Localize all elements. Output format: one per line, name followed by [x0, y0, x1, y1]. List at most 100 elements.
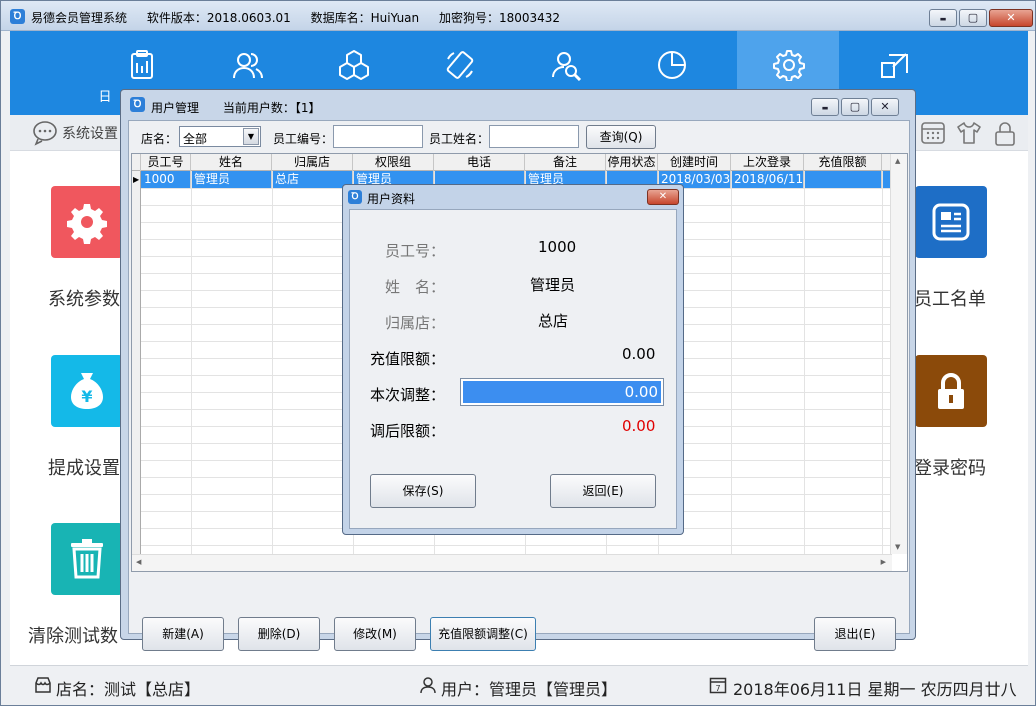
svg-text:7: 7 — [715, 684, 720, 693]
label-staff-list: 员工名单 — [914, 289, 986, 310]
new-button[interactable]: 新建(A) — [142, 617, 224, 651]
delete-button[interactable]: 删除(D) — [238, 617, 320, 651]
grid-column-line — [191, 171, 192, 554]
grid-column-line — [882, 171, 883, 554]
label-clear-test: 清除测试数 — [28, 626, 118, 647]
store-label: 归属店： — [385, 314, 446, 332]
status-bar: 店名：测试【总店】 用户：管理员【管理员】 7 2018年06月11日 星期一 … — [10, 665, 1028, 703]
staff-no-input[interactable] — [333, 125, 423, 148]
um-minimize-button[interactable]: ▬ — [811, 98, 839, 116]
staff-no-label: 员工号： — [385, 242, 446, 260]
user-management-titlebar[interactable]: Ꝺ 用户管理 当前用户数：【1】 ▬ ▢ ✕ — [121, 90, 915, 120]
chevron-down-icon[interactable]: ▼ — [243, 128, 259, 145]
app-logo-icon: Ꝺ — [130, 97, 145, 112]
user-search-icon — [552, 52, 582, 81]
app-logo-icon: Ꝺ — [10, 9, 25, 24]
label-login-password: 登录密码 — [914, 458, 986, 479]
cell: 总店 — [272, 171, 353, 188]
tile-staff-list[interactable] — [915, 186, 987, 258]
horizontal-scrollbar[interactable]: ◀ ▶ — [132, 554, 892, 571]
col-header[interactable]: 停用状态 — [606, 154, 658, 171]
scroll-left-icon[interactable]: ◀ — [136, 558, 141, 566]
user-profile-dialog: Ꝺ 用户资料 ✕ 员工号： 1000 姓 名： 管理员 归属店： 总店 充值限额… — [342, 184, 684, 535]
cell: 1000 — [141, 171, 191, 188]
store-select-value: 全部 — [183, 132, 208, 146]
minimize-button[interactable]: ▬ — [929, 9, 957, 27]
grid-row-line — [141, 545, 892, 546]
exit-button[interactable]: 退出(E) — [814, 617, 896, 651]
app-logo-icon: Ꝺ — [348, 190, 362, 204]
store-icon — [35, 677, 51, 693]
modify-button[interactable]: 修改(M) — [334, 617, 416, 651]
save-button[interactable]: 保存(S) — [370, 474, 476, 508]
scroll-up-icon[interactable]: ▲ — [895, 157, 900, 165]
grid-column-line — [804, 171, 805, 554]
status-user: 用户：管理员【管理员】 — [441, 680, 618, 699]
cell: 2018/06/11 — [731, 171, 804, 188]
status-store: 店名：测试【总店】 — [56, 680, 201, 699]
help-icon — [881, 53, 908, 78]
phone-rotate-icon — [446, 51, 474, 79]
vertical-scrollbar[interactable]: ▲ ▼ — [890, 154, 907, 554]
back-button[interactable]: 返回(E) — [550, 474, 656, 508]
col-header[interactable]: 权限组 — [353, 154, 434, 171]
um-maximize-button[interactable]: ▢ — [841, 98, 869, 116]
col-header[interactable]: 充值限额 — [804, 154, 882, 171]
close-icon: ✕ — [880, 100, 890, 113]
grid-column-line — [731, 171, 732, 554]
clipboard-icon — [131, 50, 153, 79]
staff-name-input[interactable] — [489, 125, 579, 148]
tile-system-params[interactable] — [51, 186, 123, 258]
money-bag-icon: ¥ — [71, 373, 103, 409]
calculator-icon[interactable] — [920, 121, 946, 145]
label-system-params: 系统参数 — [48, 289, 120, 310]
label-commission: 提成设置 — [48, 458, 120, 479]
filter-bar: 店名： 全部 ▼ 员工编号： 员工姓名： 查询(Q) — [129, 121, 909, 153]
scroll-right-icon[interactable]: ▶ — [881, 558, 886, 566]
recharge-adjust-button[interactable]: 充值限额调整(C) — [430, 617, 536, 651]
after-label: 调后限额： — [370, 422, 446, 440]
col-header[interactable]: 上次登录 — [731, 154, 804, 171]
row-indicator-column: ▶ — [132, 171, 141, 571]
shirt-icon[interactable] — [956, 121, 982, 145]
system-settings-label[interactable]: 系统设置 — [62, 123, 118, 143]
close-icon[interactable]: ✕ — [647, 189, 679, 205]
app-name: 易德会员管理系统 — [31, 11, 128, 25]
store-select[interactable]: 全部 ▼ — [179, 126, 261, 147]
version-text: 软件版本：2018.0603.01 — [146, 11, 291, 25]
user-management-title: 用户管理 当前用户数：【1】 — [151, 99, 320, 116]
svg-text:¥: ¥ — [81, 387, 92, 406]
adjust-input-value: 0.00 — [463, 381, 661, 403]
col-header[interactable]: 备注 — [525, 154, 606, 171]
padlock-icon — [938, 373, 964, 409]
limit-label: 充值限额： — [370, 350, 446, 368]
name-label: 姓 名： — [385, 278, 446, 296]
window-title: 用户管理 — [151, 101, 200, 115]
status-date: 2018年06月11日 星期一 农历四月廿八 — [733, 680, 1017, 699]
um-close-button[interactable]: ✕ — [871, 98, 899, 116]
maximize-button[interactable]: ▢ — [959, 9, 987, 27]
dialog-titlebar[interactable]: Ꝺ 用户资料 ✕ — [343, 185, 683, 209]
tile-commission[interactable]: ¥ — [51, 355, 123, 427]
tile-login-password[interactable] — [915, 355, 987, 427]
current-row-icon: ▶ — [133, 175, 140, 184]
document-list-icon — [932, 203, 970, 241]
tile-clear-test[interactable] — [51, 523, 123, 595]
close-button[interactable]: ✕ — [989, 9, 1033, 27]
col-header[interactable]: 电话 — [434, 154, 525, 171]
table-header: 员工号 姓名 归属店 权限组 电话 备注 停用状态 创建时间 上次登录 充值限额 — [132, 154, 892, 171]
lock-icon[interactable] — [992, 121, 1018, 147]
query-button[interactable]: 查询(Q) — [586, 125, 656, 149]
current-users: 当前用户数：【1】 — [222, 101, 321, 115]
col-header[interactable]: 创建时间 — [658, 154, 731, 171]
scroll-down-icon[interactable]: ▼ — [895, 543, 900, 551]
col-header[interactable]: 员工号 — [141, 154, 191, 171]
minimize-icon: ▬ — [939, 15, 947, 23]
adjust-input[interactable]: 0.00 — [460, 378, 664, 406]
col-header[interactable]: 姓名 — [191, 154, 272, 171]
main-titlebar[interactable]: Ꝺ 易德会员管理系统 软件版本：2018.0603.01 数据库名：HuiYua… — [1, 1, 1035, 31]
staff-no-label: 员工编号： — [273, 132, 334, 146]
after-value: 0.00 — [622, 417, 656, 435]
col-header[interactable]: 归属店 — [272, 154, 353, 171]
grid-column-line — [272, 171, 273, 554]
